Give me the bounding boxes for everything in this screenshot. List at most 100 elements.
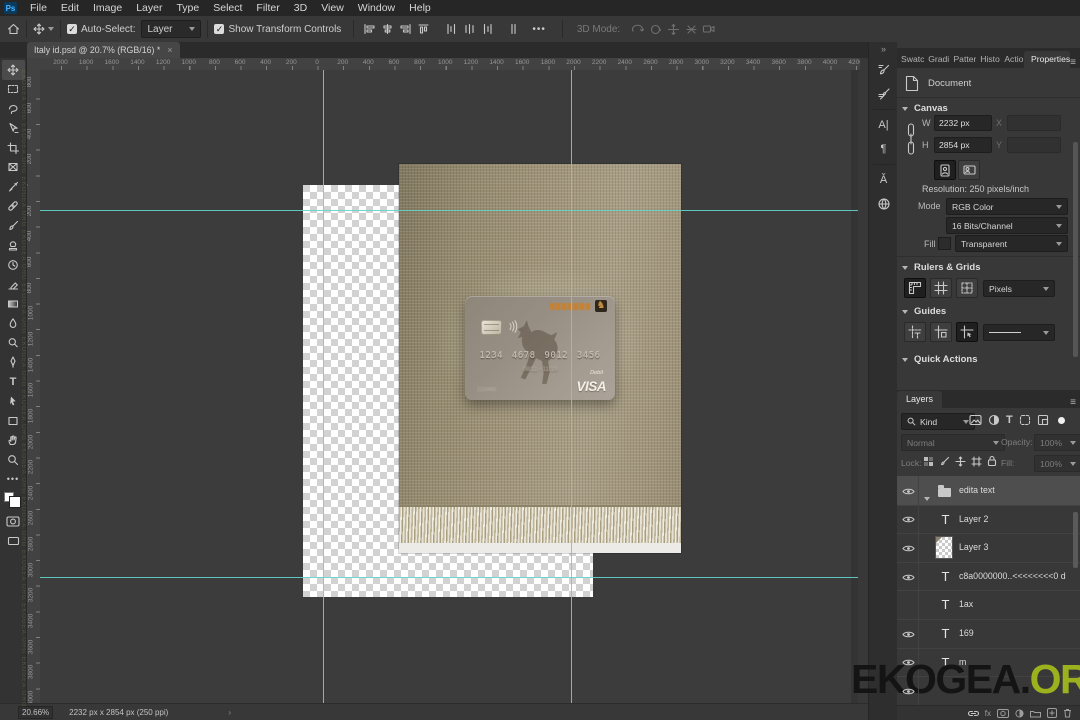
layer-filter-kind-dropdown[interactable]: Kind — [901, 413, 975, 430]
panel-menu-icon[interactable]: ≡ — [1070, 58, 1076, 68]
toggle-rulers-button[interactable] — [904, 278, 926, 298]
3d-slide-icon[interactable] — [682, 20, 700, 38]
brush-settings-icon[interactable] — [872, 58, 896, 82]
auto-select-target-dropdown[interactable]: Layer — [141, 20, 202, 38]
menu-window[interactable]: Window — [351, 0, 402, 16]
3d-pan-icon[interactable] — [664, 20, 682, 38]
toggle-grid-button[interactable] — [930, 278, 952, 298]
status-chevron-icon[interactable]: › — [228, 708, 231, 717]
width-field[interactable]: 2232 px — [934, 115, 992, 131]
3d-camera-icon[interactable] — [700, 20, 718, 38]
align-right-button[interactable] — [396, 20, 414, 38]
height-field[interactable]: 2854 px — [934, 137, 992, 153]
menu-image[interactable]: Image — [86, 0, 129, 16]
fill-dropdown[interactable]: Transparent — [955, 235, 1068, 252]
lock-position-icon[interactable] — [955, 455, 966, 467]
bit-depth-dropdown[interactable]: 16 Bits/Channel — [946, 217, 1068, 234]
more-options-button[interactable]: ••• — [532, 24, 546, 35]
lock-all-icon[interactable] — [987, 455, 997, 467]
visibility-eye-icon[interactable] — [902, 687, 915, 695]
new-group-icon[interactable] — [1030, 709, 1041, 718]
type-layer-thumbnail[interactable]: T — [937, 624, 954, 643]
guide-horizontal-1[interactable] — [40, 210, 858, 211]
brushes-icon[interactable] — [872, 82, 896, 106]
ruler-units-dropdown[interactable]: Pixels — [983, 280, 1055, 297]
filter-shape-layers-icon[interactable] — [1019, 414, 1031, 426]
lock-artboard-icon[interactable] — [971, 455, 982, 467]
menu-select[interactable]: Select — [206, 0, 249, 16]
toggle-guides-button[interactable] — [904, 322, 926, 342]
adjustment-layer-icon[interactable] — [1015, 708, 1024, 718]
visibility-eye-icon[interactable] — [902, 515, 915, 523]
layer-row[interactable]: T 169 — [897, 619, 1080, 649]
expand-panels-icon[interactable]: » — [881, 44, 886, 54]
image-layer-thumbnail[interactable] — [935, 536, 953, 560]
menu-type[interactable]: Type — [169, 0, 206, 16]
tab-patterns[interactable]: Patter — [949, 51, 976, 68]
layer-row[interactable]: Layer 3 — [897, 533, 1080, 563]
character-panel-icon[interactable]: A| — [872, 113, 896, 137]
filter-smart-objects-icon[interactable] — [1037, 414, 1049, 426]
distribute-left-button[interactable] — [442, 20, 460, 38]
delete-layer-icon[interactable] — [1063, 708, 1072, 718]
tab-actions[interactable]: Actio — [1000, 51, 1024, 68]
align-center-h-button[interactable] — [378, 20, 396, 38]
color-mode-dropdown[interactable]: RGB Color — [946, 198, 1068, 215]
glyphs-panel-icon[interactable]: Ǎ — [872, 168, 896, 192]
canvas-viewport[interactable]: ♞ 1234 4678 9012 3456 08/11 - 11/19 Debit V… — [40, 70, 858, 703]
tab-layers[interactable]: Layers — [897, 391, 943, 408]
add-mask-icon[interactable] — [997, 708, 1009, 718]
guide-horizontal-2[interactable] — [40, 577, 858, 578]
blend-mode-dropdown[interactable]: Normal — [901, 434, 1005, 451]
menu-layer[interactable]: Layer — [129, 0, 169, 16]
toggle-smart-guides-button[interactable] — [930, 322, 952, 342]
type-layer-thumbnail[interactable]: T — [937, 595, 954, 614]
close-icon[interactable]: × — [167, 45, 172, 55]
show-transform-checkbox[interactable]: ✓ — [214, 24, 225, 34]
filter-pixel-layers-icon[interactable] — [969, 414, 982, 426]
tab-properties[interactable]: Properties — [1024, 51, 1071, 68]
canvas-scrollbar[interactable] — [851, 70, 858, 703]
layer-row-group[interactable]: edita text — [897, 476, 1080, 506]
vertical-ruler[interactable]: 8006004002000200400600800100012001400160… — [27, 70, 41, 703]
home-button[interactable] — [7, 23, 20, 35]
align-top-button[interactable] — [414, 20, 432, 38]
edit-guides-button[interactable] — [956, 322, 978, 342]
new-layer-icon[interactable] — [1047, 708, 1057, 718]
visibility-eye-icon[interactable] — [902, 573, 915, 580]
document-tab[interactable]: Italy id.psd @ 20.7% (RGB/16) * × — [27, 42, 180, 58]
layers-scrollbar[interactable] — [1073, 512, 1078, 568]
lock-transparency-icon[interactable] — [923, 456, 934, 467]
landscape-orientation-button[interactable] — [958, 160, 980, 180]
tab-swatches[interactable]: Swatc — [897, 51, 924, 68]
paragraph-panel-icon[interactable]: ¶ — [872, 137, 896, 161]
align-left-button[interactable] — [360, 20, 378, 38]
guides-section-header[interactable]: Guides — [902, 306, 946, 317]
visibility-eye-icon[interactable] — [902, 630, 915, 638]
3d-roll-icon[interactable] — [646, 20, 664, 38]
fill-swatch[interactable] — [938, 237, 951, 250]
layer-style-fx-icon[interactable]: fx — [985, 709, 991, 718]
filter-adjustment-layers-icon[interactable] — [988, 414, 1000, 426]
move-tool-preset[interactable] — [33, 23, 54, 35]
expander-chevron-icon[interactable] — [924, 488, 930, 506]
tab-history[interactable]: Histo — [976, 51, 1000, 68]
visibility-eye-icon[interactable] — [902, 544, 915, 552]
layer-fill-field[interactable]: 100% — [1034, 455, 1080, 472]
link-layers-icon[interactable] — [967, 709, 979, 718]
filter-type-layers-icon[interactable]: T — [1006, 414, 1013, 426]
visibility-eye-icon[interactable] — [902, 487, 915, 495]
fabric-photo-layer[interactable]: ♞ 1234 4678 9012 3456 08/11 - 11/19 Debit V… — [399, 164, 681, 553]
tab-gradients[interactable]: Gradi — [924, 51, 949, 68]
guide-vertical-2[interactable] — [571, 70, 572, 703]
distribute-spacing-button[interactable] — [504, 20, 522, 38]
menu-file[interactable]: File — [23, 0, 54, 16]
visibility-toggle-empty[interactable] — [897, 590, 919, 619]
menu-view[interactable]: View — [314, 0, 351, 16]
guide-vertical-1[interactable] — [323, 70, 324, 703]
distribute-center-button[interactable] — [460, 20, 478, 38]
type-layer-thumbnail[interactable]: T — [937, 567, 954, 586]
distribute-right-button[interactable] — [478, 20, 496, 38]
opacity-field[interactable]: 100% — [1034, 434, 1080, 451]
quick-actions-section-header[interactable]: Quick Actions — [902, 354, 978, 365]
